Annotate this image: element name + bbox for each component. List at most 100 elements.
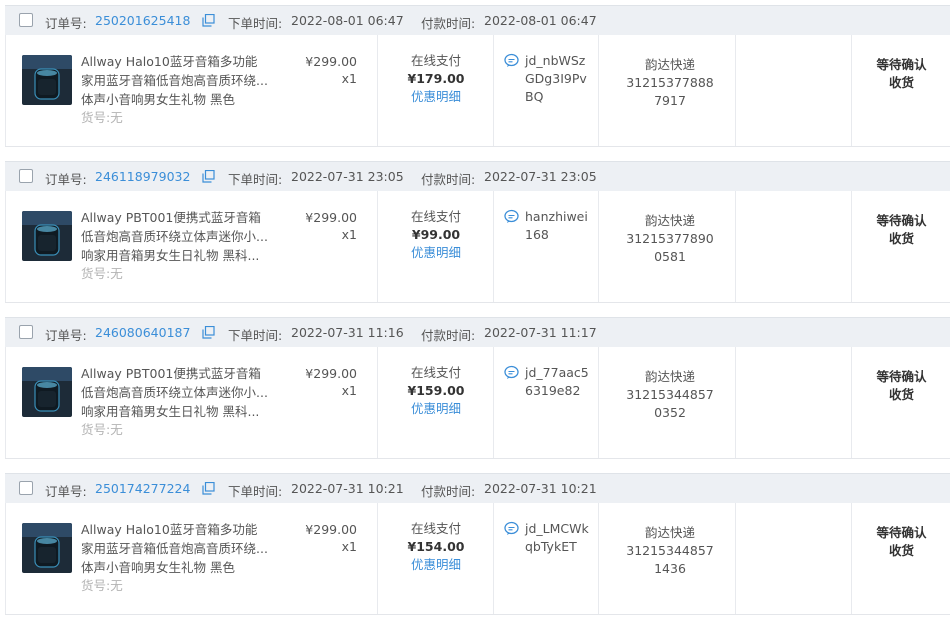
column-divider <box>377 191 378 302</box>
quantity: x1 <box>341 383 357 398</box>
paid-amount: ¥159.00 <box>407 383 465 398</box>
shipping-column: 韵达快递 312153448570352 <box>600 368 740 422</box>
payment-column: 在线支付 ¥99.00 优惠明细 <box>379 208 493 262</box>
status-line: 收货 <box>888 75 914 90</box>
buyer-name: jd_LMCWkqbTykET <box>525 521 589 554</box>
speaker-product-image <box>22 367 72 417</box>
chat-bubble-icon[interactable] <box>504 521 519 536</box>
product-title-link[interactable]: Allway Halo10蓝牙音箱多功能 家用蓝牙音箱低音炮高音质环绕... 体… <box>81 52 281 109</box>
product-title-line: Allway PBT001便携式蓝牙音箱 <box>81 210 261 225</box>
copy-icon[interactable] <box>202 326 215 339</box>
buyer-name: hanzhiwei168 <box>525 209 588 242</box>
product-thumbnail[interactable] <box>22 367 72 417</box>
product-thumbnail[interactable] <box>22 55 72 105</box>
tracking-number: 312153448570352 <box>626 387 714 420</box>
buyer-name: jd_77aac56319e82 <box>525 365 589 398</box>
column-divider <box>851 35 852 146</box>
sku-text: 货号:无 <box>81 266 123 281</box>
shipping-column: 韵达快递 312153778900581 <box>600 212 740 266</box>
order-number-link[interactable]: 250174277224 <box>95 481 190 496</box>
order-time-value: 2022-07-31 10:21 <box>291 481 404 496</box>
payment-method: 在线支付 <box>410 53 461 68</box>
buyer-name: jd_nbWSzGDg3I9PvBQ <box>525 53 587 104</box>
order-status: 等待确认 收货 <box>853 56 950 92</box>
unit-price: ¥299.00 <box>305 366 357 381</box>
product-thumbnail[interactable] <box>22 211 72 261</box>
order-header: 订单号: 246080640187 下单时间: 2022-07-31 11:16… <box>5 317 950 347</box>
order-checkbox[interactable] <box>19 481 33 495</box>
copy-icon[interactable] <box>202 170 215 183</box>
shipping-column: 韵达快递 312153778887917 <box>600 56 740 110</box>
order-time-value: 2022-08-01 06:47 <box>291 13 404 28</box>
order-time-label: 下单时间: <box>228 484 283 499</box>
speaker-product-image <box>22 523 72 573</box>
column-divider <box>493 191 494 302</box>
column-divider <box>377 503 378 614</box>
payment-method: 在线支付 <box>410 365 461 380</box>
product-title-line: 家用蓝牙音箱低音炮高音质环绕... <box>81 73 268 88</box>
paid-amount: ¥154.00 <box>407 539 465 554</box>
order-header: 订单号: 250174277224 下单时间: 2022-07-31 10:21… <box>5 473 950 503</box>
order-body: Allway Halo10蓝牙音箱多功能 家用蓝牙音箱低音炮高音质环绕... 体… <box>5 35 950 147</box>
status-line: 等待确认 <box>876 525 927 540</box>
order-status: 等待确认 收货 <box>853 212 950 248</box>
pay-time-value: 2022-08-01 06:47 <box>484 13 597 28</box>
order-no-label: 订单号: <box>45 328 87 343</box>
order-body: Allway PBT001便携式蓝牙音箱 低音炮高音质环绕立体声迷你小... 响… <box>5 347 950 459</box>
order-time-label: 下单时间: <box>228 16 283 31</box>
pay-time-label: 付款时间: <box>421 484 476 499</box>
product-thumbnail[interactable] <box>22 523 72 573</box>
payment-column: 在线支付 ¥154.00 优惠明细 <box>379 520 493 574</box>
column-divider <box>598 191 599 302</box>
status-line: 收货 <box>888 231 914 246</box>
sku-text: 货号:无 <box>81 110 123 125</box>
paid-amount: ¥99.00 <box>411 227 461 242</box>
tracking-number: 312153778900581 <box>626 231 714 264</box>
chat-bubble-icon[interactable] <box>504 209 519 224</box>
discount-detail-link[interactable]: 优惠明细 <box>379 556 493 574</box>
product-title-line: Allway PBT001便携式蓝牙音箱 <box>81 366 261 381</box>
quantity: x1 <box>341 539 357 554</box>
discount-detail-link[interactable]: 优惠明细 <box>379 244 493 262</box>
product-title-link[interactable]: Allway Halo10蓝牙音箱多功能 家用蓝牙音箱低音炮高音质环绕... 体… <box>81 520 281 577</box>
copy-icon[interactable] <box>202 14 215 27</box>
order-header: 订单号: 246118979032 下单时间: 2022-07-31 23:05… <box>5 161 950 191</box>
product-title-link[interactable]: Allway PBT001便携式蓝牙音箱 低音炮高音质环绕立体声迷你小... 响… <box>81 364 281 421</box>
pay-time-value: 2022-07-31 11:17 <box>484 325 597 340</box>
discount-detail-link[interactable]: 优惠明细 <box>379 400 493 418</box>
column-divider <box>377 347 378 458</box>
courier-name: 韵达快递 <box>644 525 695 540</box>
order-checkbox[interactable] <box>19 13 33 27</box>
column-divider <box>598 35 599 146</box>
order-status: 等待确认 收货 <box>853 368 950 404</box>
quantity: x1 <box>341 71 357 86</box>
sku-text: 货号:无 <box>81 422 123 437</box>
copy-icon[interactable] <box>202 482 215 495</box>
chat-bubble-icon[interactable] <box>504 53 519 68</box>
speaker-product-image <box>22 211 72 261</box>
product-title-line: Allway Halo10蓝牙音箱多功能 <box>81 522 258 537</box>
order-body: Allway PBT001便携式蓝牙音箱 低音炮高音质环绕立体声迷你小... 响… <box>5 191 950 303</box>
product-title-line: 低音炮高音质环绕立体声迷你小... <box>81 385 268 400</box>
column-divider <box>5 35 6 146</box>
unit-price: ¥299.00 <box>305 210 357 225</box>
shipping-column: 韵达快递 312153448571436 <box>600 524 740 578</box>
order-checkbox[interactable] <box>19 325 33 339</box>
discount-detail-link[interactable]: 优惠明细 <box>379 88 493 106</box>
order-number-link[interactable]: 246118979032 <box>95 169 190 184</box>
payment-column: 在线支付 ¥179.00 优惠明细 <box>379 52 493 106</box>
order-number-link[interactable]: 246080640187 <box>95 325 190 340</box>
column-divider <box>493 503 494 614</box>
pay-time-value: 2022-07-31 23:05 <box>484 169 597 184</box>
order-number-link[interactable]: 250201625418 <box>95 13 190 28</box>
status-line: 收货 <box>888 387 914 402</box>
product-title-link[interactable]: Allway PBT001便携式蓝牙音箱 低音炮高音质环绕立体声迷你小... 响… <box>81 208 281 265</box>
payment-column: 在线支付 ¥159.00 优惠明细 <box>379 364 493 418</box>
order-checkbox[interactable] <box>19 169 33 183</box>
sku-text: 货号:无 <box>81 578 123 593</box>
quantity: x1 <box>341 227 357 242</box>
chat-bubble-icon[interactable] <box>504 365 519 380</box>
tracking-number: 312153778887917 <box>626 75 714 108</box>
column-divider <box>598 503 599 614</box>
payment-method: 在线支付 <box>410 209 461 224</box>
